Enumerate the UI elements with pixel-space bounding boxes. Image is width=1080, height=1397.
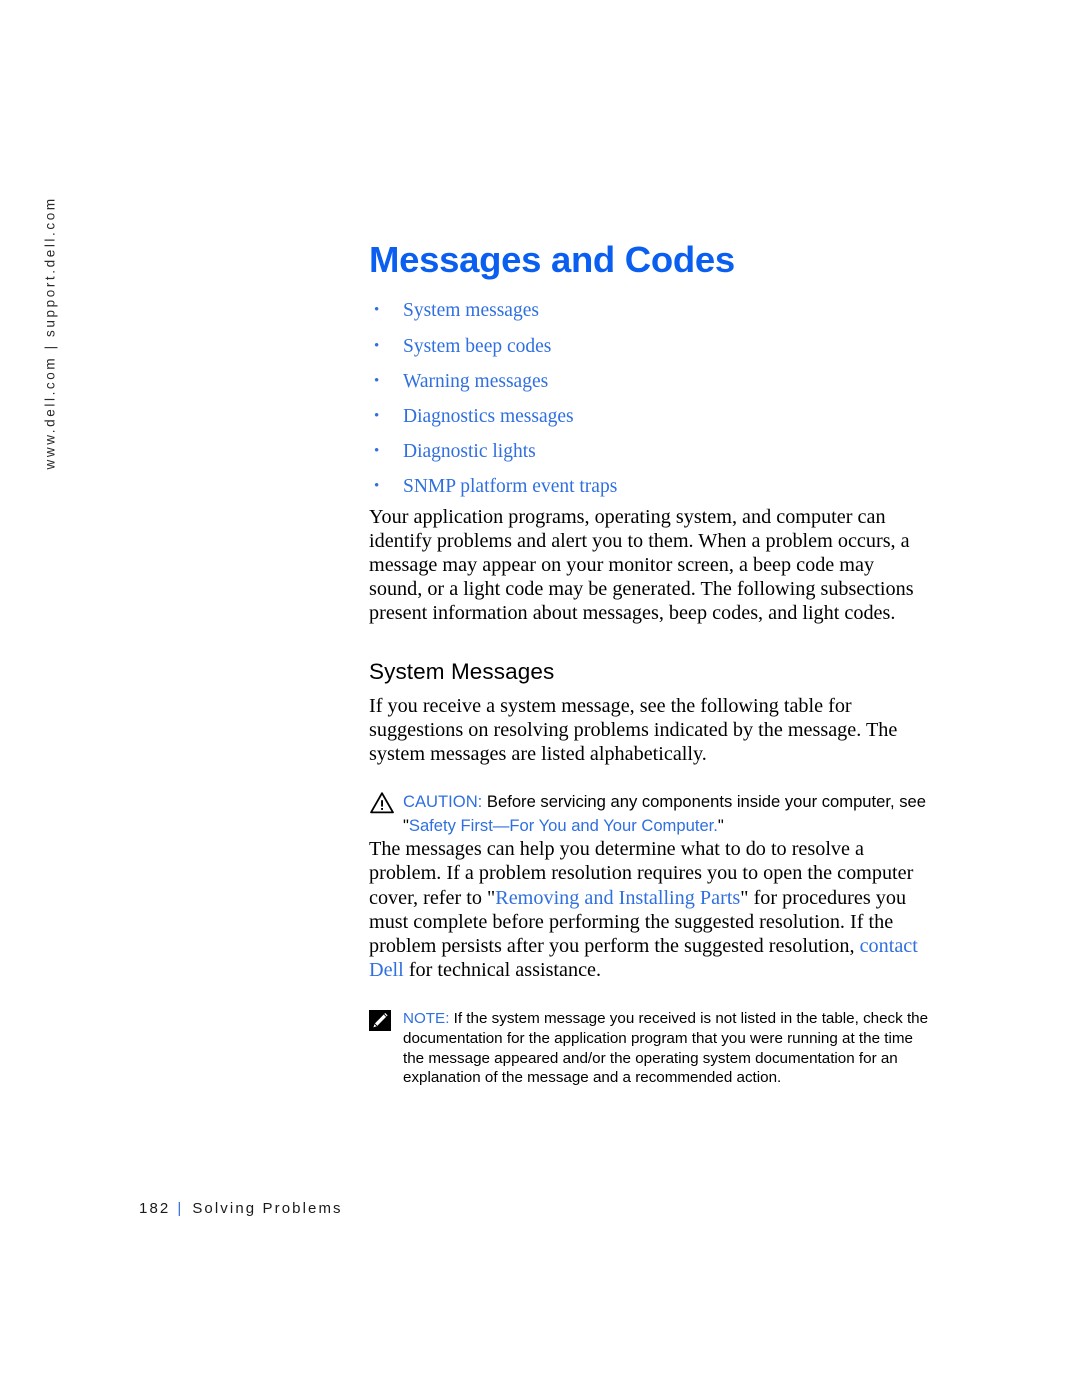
intro-paragraph: Your application programs, operating sys… (369, 505, 914, 625)
page-content: Messages and Codes • System messages • S… (369, 0, 929, 1088)
vertical-running-head: www.dell.com | support.dell.com (0, 0, 140, 1397)
note-pencil-icon (369, 1010, 395, 1034)
section-link-label[interactable]: Diagnostic lights (403, 441, 536, 462)
bullet-icon: • (374, 372, 380, 389)
section-link-label[interactable]: Warning messages (403, 371, 548, 392)
list-item[interactable]: • Diagnostics messages (369, 399, 929, 434)
section-heading: System Messages (369, 658, 555, 684)
section-link-list: • System messages • System beep codes • … (369, 279, 929, 504)
section-link-label[interactable]: Diagnostics messages (403, 406, 574, 427)
post-caution-text-3: for technical assistance. (403, 959, 602, 982)
running-head-url: www.dell.com | support.dell.com (42, 196, 58, 470)
section-link-label[interactable]: SNMP platform event traps (403, 476, 617, 497)
footer-page-number: 182 (139, 1200, 171, 1217)
caution-label: CAUTION: (403, 792, 483, 812)
page-footer: 182 | Solving Problems (139, 1200, 343, 1217)
bullet-icon: • (374, 443, 380, 460)
removing-installing-parts-link[interactable]: Removing and Installing Parts (495, 887, 740, 909)
footer-section-name: Solving Problems (192, 1200, 343, 1217)
section-paragraph: If you receive a system message, see the… (369, 694, 898, 765)
list-item[interactable]: • System messages (369, 293, 929, 328)
section-link-label[interactable]: System messages (403, 300, 539, 321)
list-item[interactable]: • Warning messages (369, 364, 929, 399)
post-caution-paragraph: The messages can help you determine what… (369, 837, 929, 982)
bullet-icon: • (374, 302, 380, 319)
footer-separator: | (177, 1200, 184, 1217)
list-item[interactable]: • System beep codes (369, 329, 929, 364)
bullet-icon: • (374, 337, 380, 354)
warning-triangle-icon (369, 791, 395, 815)
note-text: If the system message you received is no… (403, 1010, 929, 1087)
list-item[interactable]: • SNMP platform event traps (369, 469, 929, 504)
list-item[interactable]: • Diagnostic lights (369, 434, 929, 469)
section-link-label[interactable]: System beep codes (403, 336, 551, 357)
note-block: NOTE: If the system message you received… (369, 1009, 929, 1087)
page-title: Messages and Codes (369, 239, 735, 280)
bullet-icon: • (374, 407, 380, 424)
bullet-icon: • (374, 478, 380, 495)
note-label: NOTE: (403, 1010, 450, 1028)
caution-block: CAUTION: Before servicing any components… (369, 790, 929, 837)
caution-text-after: " (717, 815, 724, 835)
caution-cross-reference-link[interactable]: Safety First—For You and Your Computer. (409, 816, 718, 835)
